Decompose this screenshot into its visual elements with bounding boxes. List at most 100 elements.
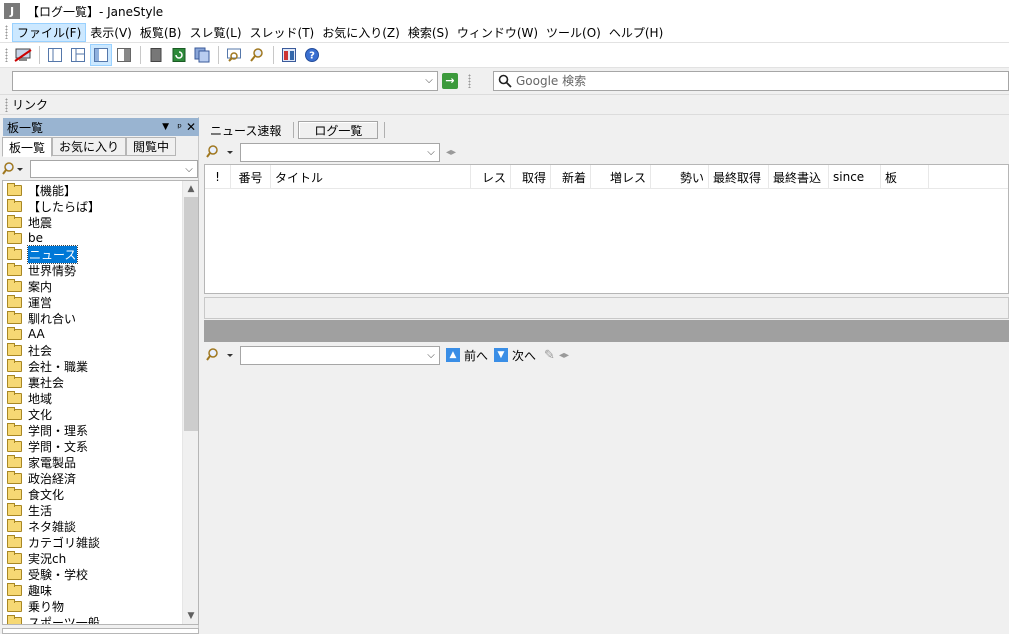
col-last-post[interactable]: 最終書込 [769, 165, 829, 189]
col-new[interactable]: 新着 [551, 165, 591, 189]
grip-icon[interactable] [5, 25, 8, 39]
thread-search-combo[interactable]: ⌵ [240, 345, 440, 365]
close-icon[interactable]: ✕ [186, 120, 196, 134]
split-handle-icon[interactable]: ◂▸ [559, 350, 569, 361]
tree-item[interactable]: 実況ch [3, 550, 198, 566]
tree-item[interactable]: ニュース [3, 244, 198, 264]
board-icon[interactable] [278, 44, 300, 66]
tree-item[interactable]: 裏社会 [3, 374, 198, 390]
menu-tools[interactable]: ツール(O) [542, 23, 605, 42]
tree-item[interactable]: 家電製品 [3, 454, 198, 470]
tree-item[interactable]: 【したらば】 [3, 198, 198, 214]
tree-item[interactable]: 地域 [3, 390, 198, 406]
board-filter-row: ⌵ [2, 159, 198, 179]
menu-file[interactable]: ファイル(F) [12, 22, 87, 42]
refresh-all-icon[interactable] [191, 44, 213, 66]
col-fetched[interactable]: 取得 [511, 165, 551, 189]
chevron-down-icon[interactable]: ⌵ [181, 161, 197, 177]
col-res[interactable]: レス [471, 165, 511, 189]
help-icon[interactable]: ? [301, 44, 323, 66]
tree-item[interactable]: AA [3, 326, 198, 342]
link-label: リンク [12, 98, 49, 112]
tree-item[interactable]: 【機能】 [3, 182, 198, 198]
tree-item[interactable]: 趣味 [3, 582, 198, 598]
tree-item[interactable]: 文化 [3, 406, 198, 422]
tab-favorites[interactable]: お気に入り [52, 137, 127, 156]
menu-favorites[interactable]: お気に入り(Z) [318, 23, 404, 42]
split-handle-icon[interactable]: ◂▸ [446, 147, 456, 158]
layout-2-icon[interactable] [67, 44, 89, 66]
tab-news[interactable]: ニュース速報 [204, 121, 287, 139]
url-combo[interactable]: ⌵ [12, 70, 438, 91]
tree-item[interactable]: 会社・職業 [3, 358, 198, 374]
dropdown-icon[interactable]: ▼ [162, 122, 169, 132]
tree-item[interactable]: 受験・学校 [3, 566, 198, 582]
layout-4-icon[interactable] [113, 44, 135, 66]
col-title[interactable]: タイトル [271, 165, 471, 189]
tree-item[interactable]: 運営 [3, 294, 198, 310]
layout-3-icon[interactable] [90, 44, 112, 66]
tab-browsing[interactable]: 閲覧中 [126, 137, 177, 156]
col-board[interactable]: 板 [881, 165, 929, 189]
layout-1-icon[interactable] [44, 44, 66, 66]
tree-item[interactable]: 馴れ合い [3, 310, 198, 326]
chevron-down-icon[interactable]: ⌵ [421, 72, 437, 90]
col-momentum[interactable]: 勢い [651, 165, 709, 189]
chevron-down-icon[interactable]: ⌵ [423, 144, 439, 161]
scroll-up-icon[interactable]: ▲ [183, 181, 198, 197]
tree-item[interactable]: カテゴリ雑談 [3, 534, 198, 550]
tab-log-list[interactable]: ログ一覧 [298, 121, 379, 139]
search-icon[interactable] [204, 347, 234, 363]
menu-thread-list[interactable]: スレ覧(L) [185, 23, 245, 42]
tree-item-label: 実況ch [28, 551, 67, 566]
tree-item[interactable]: 政治経済 [3, 470, 198, 486]
tree-item[interactable]: be [3, 230, 198, 246]
tab-board-list[interactable]: 板一覧 [2, 137, 53, 157]
chevron-down-icon[interactable]: ⌵ [423, 347, 439, 364]
tree-scrollbar[interactable]: ▲ ▼ [182, 181, 198, 624]
disconnect-icon[interactable] [12, 44, 34, 66]
tree-item[interactable]: 世界情勢 [3, 262, 198, 278]
grip-icon[interactable] [468, 73, 471, 88]
google-search-input[interactable]: Google 検索 [493, 70, 1009, 91]
col-increase[interactable]: 増レス [591, 165, 651, 189]
refresh-icon[interactable] [168, 44, 190, 66]
tree-item[interactable]: 学問・文系 [3, 438, 198, 454]
tree-item[interactable]: ネタ雑談 [3, 518, 198, 534]
go-button[interactable]: → [442, 72, 458, 89]
scrollbar-thumb[interactable] [184, 197, 198, 431]
menu-board[interactable]: 板覧(B) [136, 23, 186, 42]
grip-icon[interactable] [5, 48, 8, 62]
tree-item[interactable]: 案内 [3, 278, 198, 294]
tree-item[interactable]: 乗り物 [3, 598, 198, 614]
menu-help[interactable]: ヘルプ(H) [605, 23, 667, 42]
col-number[interactable]: 番号 [231, 165, 271, 189]
thread-filter-combo[interactable]: ⌵ [240, 142, 440, 162]
tree-item[interactable]: 生活 [3, 502, 198, 518]
tree-item[interactable]: 社会 [3, 342, 198, 358]
tree-item[interactable]: 地震 [3, 214, 198, 230]
board-filter-combo[interactable]: ⌵ [30, 160, 198, 178]
menu-search[interactable]: 検索(S) [404, 23, 453, 42]
grip-icon[interactable] [5, 97, 8, 112]
search-icon[interactable] [204, 144, 234, 160]
find-icon[interactable] [246, 44, 268, 66]
page-icon[interactable] [145, 44, 167, 66]
menu-view[interactable]: 表示(V) [86, 23, 136, 42]
col-last-fetch[interactable]: 最終取得 [709, 165, 769, 189]
pin-icon[interactable]: ᵖ [177, 121, 182, 134]
menu-thread[interactable]: スレッド(T) [246, 23, 319, 42]
prev-button[interactable]: ▲ 前へ [446, 347, 488, 364]
search-thread-icon[interactable] [223, 44, 245, 66]
col-mark[interactable]: ! [205, 165, 231, 189]
search-icon[interactable] [2, 161, 24, 177]
highlight-pen-icon[interactable]: ✎ [544, 348, 555, 363]
next-button[interactable]: ▼ 次へ [494, 347, 536, 364]
tree-item[interactable]: 学問・理系 [3, 422, 198, 438]
col-since[interactable]: since [829, 165, 881, 189]
menu-window[interactable]: ウィンドウ(W) [453, 23, 542, 42]
tree-item[interactable]: スポーツ一般 [3, 614, 198, 624]
tree-item[interactable]: 食文化 [3, 486, 198, 502]
scroll-down-icon[interactable]: ▼ [183, 608, 198, 624]
tree-item-label: 生活 [28, 503, 53, 518]
